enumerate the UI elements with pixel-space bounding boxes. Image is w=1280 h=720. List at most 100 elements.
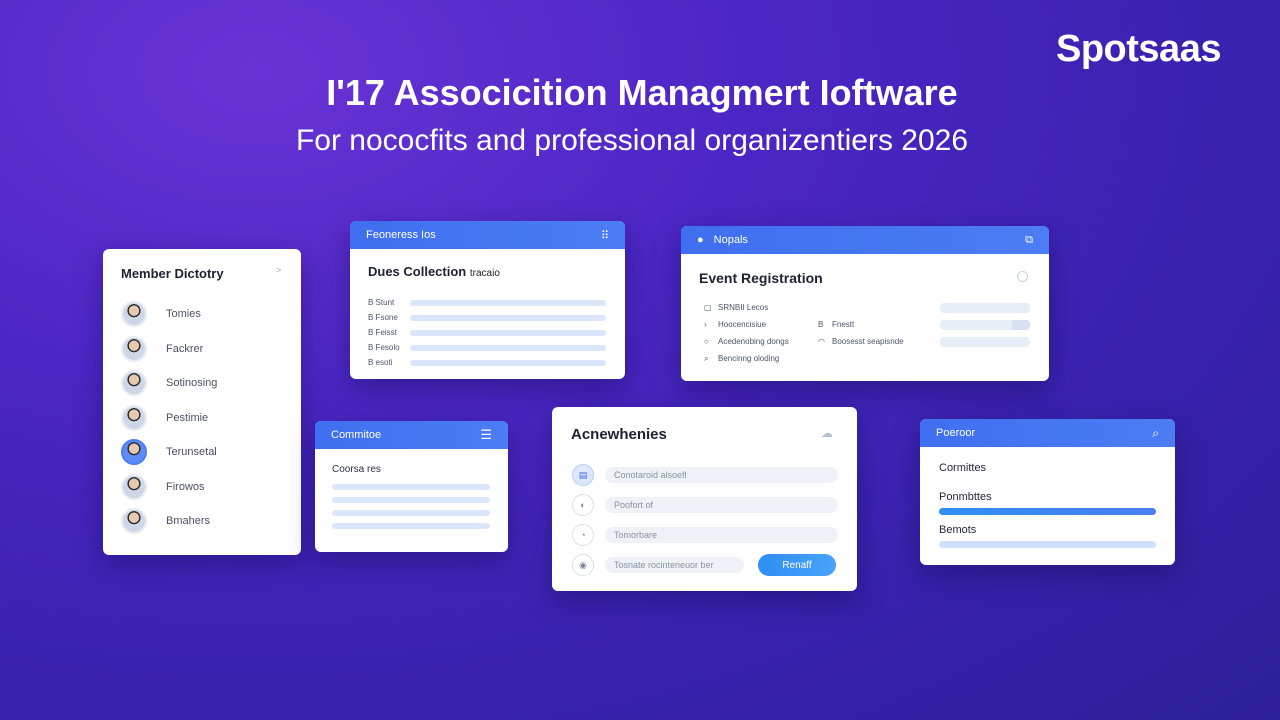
program-label-3: Bemots	[939, 524, 977, 536]
input-placeholder-bar[interactable]	[940, 303, 1030, 313]
committee-card: Commitoe ☰ Coorsa res	[315, 421, 508, 552]
dues-row-label: B Fesolo	[368, 343, 400, 352]
text-field[interactable]: Tosnate rocinteneuor ber	[605, 557, 744, 573]
form-row: ▤ Conotaroid alsoefl	[572, 460, 838, 490]
form-row: ◐ Poofort of	[572, 490, 838, 520]
member-row[interactable]: Firowos	[121, 470, 291, 505]
member-name: Bmahers	[166, 515, 211, 528]
progress-bar	[939, 508, 1156, 515]
committee-header-label: Commitoe	[331, 429, 382, 441]
list-item[interactable]: ○ Acedenobing dongs	[704, 333, 804, 350]
content-bar	[332, 510, 490, 516]
member-name: Pestimie	[166, 411, 209, 424]
member-row[interactable]: Tomies	[121, 297, 291, 332]
list-item[interactable]: B Fnestt	[818, 316, 928, 333]
grid-icon[interactable]: ⠿	[601, 229, 609, 242]
event-registration-card: ● Nopals ⧉ Event Registration ▢ SRNBII Lec…	[681, 226, 1049, 381]
text-field[interactable]: Tomorbare	[605, 527, 838, 543]
dues-title-text: Dues Collection	[368, 264, 467, 279]
member-name: Terunsetal	[166, 446, 217, 459]
input-placeholder-bar[interactable]	[940, 320, 1030, 330]
event-extra-options: B Fnestt ◠ Boosesst seapisnde	[818, 316, 928, 350]
event-header-label: Nopals	[713, 234, 748, 246]
member-name: Fackrer	[166, 342, 204, 355]
program-card-header: Poeroor ⌕	[920, 419, 1175, 447]
page-headline: I'17 Associcition Managmert Ioftware	[326, 72, 958, 113]
avatar	[121, 335, 147, 362]
dues-collection-card: Feoneress Ios ⠿ Dues Collection tracaio …	[350, 221, 625, 379]
settings-icon: ◐	[572, 494, 594, 516]
page-subheadline: For nococfits and professional organizen…	[295, 124, 969, 157]
avatar	[121, 404, 147, 431]
search-icon: ⌕	[704, 353, 709, 363]
dues-header-label: Feoneress Ios	[366, 229, 436, 241]
member-row[interactable]: Fackrer	[121, 332, 291, 367]
content-bar	[332, 484, 490, 490]
event-options: ▢ SRNBII Lecos › Hoocencisiue ○ Acedenobing…	[704, 299, 804, 367]
list-item[interactable]: B Fesolo	[368, 340, 606, 355]
cloud-icon: ◠	[818, 337, 825, 346]
event-option-label: Hoocencisiue	[718, 320, 767, 329]
list-item[interactable]: B Feisst	[368, 325, 606, 340]
progress-bar	[939, 541, 1156, 548]
list-item[interactable]: ▢ SRNBII Lecos	[704, 299, 804, 316]
list-item[interactable]: B Stunt	[368, 295, 606, 310]
dues-row-label: B Stunt	[368, 298, 395, 307]
dues-row-label: B esoti	[368, 358, 393, 367]
dues-row-bar	[410, 359, 606, 366]
menu-icon[interactable]: ☰	[480, 427, 492, 443]
committee-title: Coorsa res	[332, 464, 381, 475]
avatar	[121, 301, 147, 328]
avatar	[121, 370, 147, 397]
form-row: ◉ Tosnate rocinteneuor ber Renaff	[572, 550, 838, 580]
cloud-icon[interactable]: ☁	[821, 426, 833, 440]
dues-row-label: B Fsone	[368, 313, 398, 322]
member-row[interactable]: Sotinosing	[121, 366, 291, 401]
calendar-icon: ▤	[572, 464, 594, 486]
event-registration-title: Event Registration	[699, 270, 823, 286]
copy-icon[interactable]: ⧉	[1025, 234, 1033, 247]
clock-icon: ◔	[572, 524, 594, 546]
program-label-2: Ponmbttes	[939, 491, 992, 503]
chevron-right-icon: ›	[704, 320, 707, 329]
member-row[interactable]: Terunsetal	[121, 435, 291, 470]
location-icon: ◉	[572, 554, 594, 576]
event-option-label: SRNBII Lecos	[718, 303, 769, 312]
list-item[interactable]: B Fsone	[368, 310, 606, 325]
event-option-label: Boosesst seapisnde	[832, 337, 904, 346]
dues-row-bar	[410, 344, 606, 351]
form-row: ◔ Tomorbare	[572, 520, 838, 550]
member-name: Tomies	[166, 308, 201, 321]
content-bar	[332, 497, 490, 503]
dues-row-label: B Feisst	[368, 328, 397, 337]
achievements-title: Acnewhenies	[571, 426, 667, 443]
achievements-card: Acnewhenies ☁ ▤ Conotaroid alsoefl ◐ Poo…	[552, 407, 857, 591]
event-card-header: ● Nopals ⧉	[681, 226, 1049, 254]
bold-icon: B	[818, 320, 824, 329]
program-card: Poeroor ⌕ Cormittes Ponmbttes Bemots	[920, 419, 1175, 565]
radio-icon: ○	[704, 337, 709, 346]
list-item[interactable]: ◠ Boosesst seapisnde	[818, 333, 928, 350]
status-circle-icon[interactable]	[1017, 271, 1028, 282]
list-item[interactable]: › Hoocencisiue	[704, 316, 804, 333]
member-list: Tomies Fackrer Sotinosing Pestimie Terun…	[121, 297, 291, 539]
member-row[interactable]: Bmahers	[121, 504, 291, 539]
dues-row-bar	[410, 299, 606, 306]
member-row[interactable]: Pestimie	[121, 401, 291, 436]
input-placeholder-bar[interactable]	[940, 337, 1030, 347]
list-item[interactable]: ⌕ Bencinng oloding	[704, 350, 804, 367]
checkbox-icon: ▢	[704, 303, 712, 312]
event-option-label: Bencinng oloding	[718, 354, 780, 363]
search-icon[interactable]: ⌕	[1152, 426, 1159, 441]
avatar	[121, 473, 147, 500]
event-option-label: Fnestt	[832, 320, 855, 329]
list-item[interactable]: B esoti	[368, 355, 606, 370]
text-field[interactable]: Conotaroid alsoefl	[605, 467, 838, 483]
member-directory-title: Member Dictotry	[121, 266, 224, 281]
avatar	[121, 508, 147, 535]
dues-card-header: Feoneress Ios ⠿	[350, 221, 625, 249]
event-header-group: ● Nopals	[697, 234, 748, 246]
text-field[interactable]: Poofort of	[605, 497, 838, 513]
submit-button[interactable]: Renaff	[758, 554, 836, 576]
chevron-right-icon[interactable]: >	[276, 265, 281, 275]
